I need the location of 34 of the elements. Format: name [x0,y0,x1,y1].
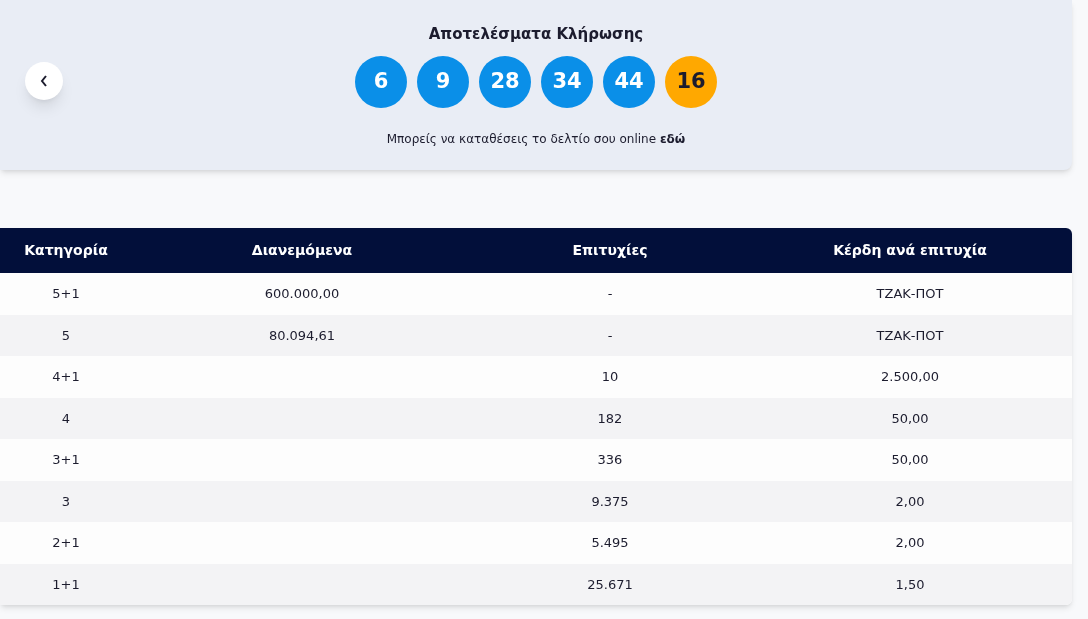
table-cell-text: 182 [597,409,623,428]
table-cell-text: 1,50 [895,575,925,594]
chevron-left-icon [40,75,48,87]
column-header: Επιτυχίες [571,241,649,260]
table-cell-text: ΤΖΑΚ-ΠΟΤ [876,285,944,303]
table-cell-text: 600.000,00 [264,285,340,303]
table-cell-text: 50,00 [891,409,929,428]
table-cell-text: 80.094,61 [268,326,336,345]
table-cell-text: 4+1 [52,368,80,386]
table-cell-text: 3 [61,492,71,511]
table-cell-text: 5+1 [52,285,80,303]
column-header: Κατηγορία [23,241,109,260]
table-cell-text: 50,00 [891,451,929,469]
table-cell-text: 2,00 [895,534,925,552]
table-cell-text: 9.375 [591,492,629,511]
online-note: Μπορείς να καταθέσεις το δελτίο σου online εδώ [386,131,686,148]
table-cell-text: - [607,285,613,303]
panel-title: Αποτελέσματα Κλήρωσης [428,24,644,44]
table-cell-text: - [607,326,613,345]
table-cell-text: 5.495 [591,534,629,552]
table-cell-text: 336 [597,451,623,469]
table-cell-text: 5 [61,326,71,345]
table-cell-text: 2.500,00 [881,368,939,386]
table-cell-text: 2,00 [895,492,925,511]
table-cell-text: 10 [601,368,619,386]
table-cell-text: 3+1 [52,451,80,469]
column-header: Διανεμόμενα [250,241,354,260]
table-cell-text: 4 [61,409,71,428]
column-header: Κέρδη ανά επιτυχία [832,241,988,260]
table-cell-text: 1+1 [52,575,80,594]
table-cell-text: 2+1 [52,534,80,552]
back-button[interactable] [25,62,63,100]
table-cell-text: ΤΖΑΚ-ΠΟΤ [876,326,944,345]
table-cell-text: 25.671 [587,575,633,594]
